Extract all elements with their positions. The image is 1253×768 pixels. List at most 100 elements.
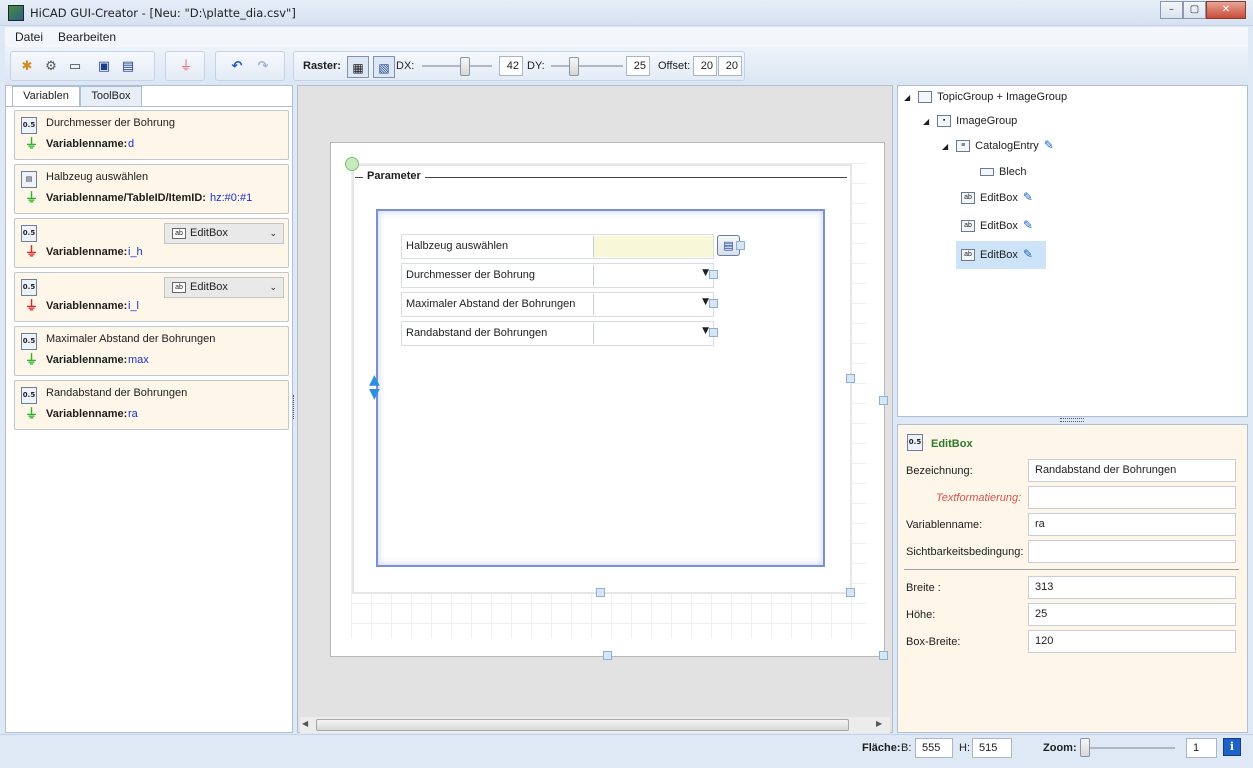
- resize-handle[interactable]: [879, 651, 888, 660]
- tab-variables[interactable]: Variablen: [12, 86, 80, 106]
- resize-handle[interactable]: [846, 588, 855, 597]
- scroll-right-icon[interactable]: ▶: [876, 719, 882, 728]
- control-type-select[interactable]: ab EditBox ⌄: [164, 277, 284, 298]
- editbox-icon: 0.5: [21, 333, 37, 350]
- plug-connected-icon: ⏚: [25, 353, 39, 368]
- new-icon[interactable]: ✱: [16, 56, 38, 78]
- resize-handle[interactable]: [709, 299, 718, 308]
- left-splitter[interactable]: [293, 395, 296, 419]
- resize-handle[interactable]: [846, 374, 855, 383]
- edit-pencil-icon[interactable]: ✎: [1023, 190, 1033, 204]
- title-bar: HiCAD GUI-Creator - [Neu: "D:\platte_dia…: [0, 0, 1253, 26]
- variable-title: Randabstand der Bohrungen: [46, 387, 188, 399]
- raster-toolbar-group: Raster: ▦ ▧ DX: 42 DY: 25 Offset: 20 20: [293, 51, 745, 81]
- resize-handle[interactable]: [709, 328, 718, 337]
- form-field-randabstand[interactable]: Randabstand der Bohrungen ▼: [401, 321, 714, 346]
- resize-handle[interactable]: [603, 651, 612, 660]
- horizontal-scrollbar[interactable]: ◀ ▶: [300, 717, 890, 733]
- edit-pencil-icon[interactable]: ✎: [1023, 247, 1033, 261]
- dy-slider[interactable]: [569, 57, 579, 76]
- resize-handle[interactable]: [736, 241, 745, 250]
- close-button[interactable]: ✕: [1206, 1, 1246, 19]
- variable-card[interactable]: 0.5 ab EditBox ⌄ ⏚ Variablenname: i_l: [14, 272, 289, 322]
- dx-input[interactable]: 42: [499, 56, 523, 76]
- boxbreite-label: Box-Breite:: [906, 636, 961, 648]
- tree-node-editbox[interactable]: ab EditBox ✎: [961, 214, 1033, 236]
- tree-node-blech[interactable]: Blech: [980, 161, 1027, 183]
- tab-toolbox[interactable]: ToolBox: [80, 86, 142, 106]
- textformat-field[interactable]: [1028, 486, 1236, 509]
- resize-handle[interactable]: [709, 270, 718, 279]
- canvas-height-field[interactable]: 515: [972, 738, 1012, 758]
- file-toolbar-group: ✱ ⚙ ▭ ▣ ▤: [10, 51, 155, 81]
- scrollbar-thumb[interactable]: [316, 719, 849, 731]
- grid-icon[interactable]: ▦: [347, 56, 369, 78]
- save-icon[interactable]: ▣: [93, 56, 115, 78]
- anchor-handle[interactable]: [345, 157, 359, 171]
- redo-icon[interactable]: ↷: [252, 56, 274, 78]
- editbox-type-icon: ab: [172, 281, 186, 293]
- menu-file[interactable]: Datei: [15, 30, 43, 44]
- plug-icon[interactable]: ⏚: [175, 56, 197, 78]
- combo-field[interactable]: ▼: [593, 265, 713, 286]
- expand-icon[interactable]: ◢: [942, 142, 948, 151]
- open-folder-icon[interactable]: ▭: [64, 56, 86, 78]
- minimize-button[interactable]: –: [1160, 1, 1183, 19]
- variablenname-field[interactable]: ra: [1028, 513, 1236, 536]
- resize-handle[interactable]: [596, 588, 605, 597]
- vertical-resize-handle-icon[interactable]: ▲ ▼: [369, 373, 380, 401]
- resize-handle[interactable]: [879, 396, 888, 405]
- property-divider: [904, 569, 1239, 570]
- editbox-icon: 0.5: [21, 279, 37, 296]
- form-field-halbzeug[interactable]: Halbzeug auswählen: [401, 234, 714, 259]
- tree-node-label: TopicGroup + ImageGroup: [937, 91, 1068, 103]
- catalog-field[interactable]: [593, 236, 713, 257]
- canvas-width-field[interactable]: 555: [915, 738, 953, 758]
- plug-disconnected-icon: ⏚: [25, 299, 39, 314]
- dx-slider[interactable]: [460, 57, 470, 76]
- offset-y-input[interactable]: 20: [718, 56, 742, 76]
- combo-field[interactable]: ▼: [593, 323, 713, 344]
- control-type-value: EditBox: [190, 281, 228, 293]
- info-icon[interactable]: i: [1223, 738, 1241, 756]
- variable-card[interactable]: ▤ Halbzeug auswählen ⏚ Variablenname/Tab…: [14, 164, 289, 214]
- offset-x-input[interactable]: 20: [693, 56, 717, 76]
- hoehe-field[interactable]: 25: [1028, 603, 1236, 626]
- snap-grid-icon[interactable]: ▧: [373, 56, 395, 78]
- variable-card[interactable]: 0.5 Durchmesser der Bohrung ⏚ Variablenn…: [14, 110, 289, 160]
- dropdown-arrow-icon: ▼: [702, 326, 709, 336]
- control-type-select[interactable]: ab EditBox ⌄: [164, 223, 284, 244]
- tree-node-root[interactable]: ◢ TopicGroup + ImageGroup: [904, 86, 1067, 108]
- variable-name-value: i_l: [128, 300, 140, 312]
- undo-icon[interactable]: ↶: [226, 56, 248, 78]
- form-field-durchmesser[interactable]: Durchmesser der Bohrung ▼: [401, 263, 714, 288]
- edit-pencil-icon[interactable]: ✎: [1023, 218, 1033, 232]
- variable-card[interactable]: 0.5 Maximaler Abstand der Bohrungen ⏚ Va…: [14, 326, 289, 376]
- menu-edit[interactable]: Bearbeiten: [58, 30, 116, 44]
- design-canvas: Parameter: [330, 142, 885, 657]
- right-splitter[interactable]: [1060, 418, 1084, 422]
- tree-node-editbox[interactable]: ab EditBox ✎: [961, 186, 1033, 208]
- save-as-icon[interactable]: ▤: [117, 56, 139, 78]
- variable-card[interactable]: 0.5 Randabstand der Bohrungen ⏚ Variable…: [14, 380, 289, 430]
- expand-icon[interactable]: ◢: [923, 117, 929, 126]
- form-field-max-abstand[interactable]: Maximaler Abstand der Bohrungen ▼: [401, 292, 714, 317]
- zoom-field[interactable]: 1: [1186, 738, 1217, 758]
- combo-field[interactable]: ▼: [593, 294, 713, 315]
- new-from-template-icon[interactable]: ⚙: [40, 56, 62, 78]
- zoom-slider[interactable]: [1080, 738, 1090, 757]
- bezeichnung-field[interactable]: Randabstand der Bohrungen: [1028, 459, 1236, 482]
- maximize-button[interactable]: ▢: [1183, 1, 1206, 19]
- sichtbarkeit-field[interactable]: [1028, 540, 1236, 563]
- expand-icon[interactable]: ◢: [904, 93, 910, 102]
- tree-node-image-group[interactable]: ◢ ▪ ImageGroup: [923, 110, 1017, 132]
- breite-field[interactable]: 313: [1028, 576, 1236, 599]
- width-label: B:: [901, 742, 912, 754]
- tree-node-editbox-selected[interactable]: ab EditBox ✎: [956, 241, 1046, 269]
- variable-card[interactable]: 0.5 ab EditBox ⌄ ⏚ Variablenname: i_h: [14, 218, 289, 268]
- edit-pencil-icon[interactable]: ✎: [1044, 138, 1054, 152]
- dy-input[interactable]: 25: [626, 56, 650, 76]
- tree-node-catalog-entry[interactable]: ◢ ≡ CatalogEntry ✎: [942, 134, 1054, 156]
- scroll-left-icon[interactable]: ◀: [302, 719, 308, 728]
- boxbreite-field[interactable]: 120: [1028, 630, 1236, 653]
